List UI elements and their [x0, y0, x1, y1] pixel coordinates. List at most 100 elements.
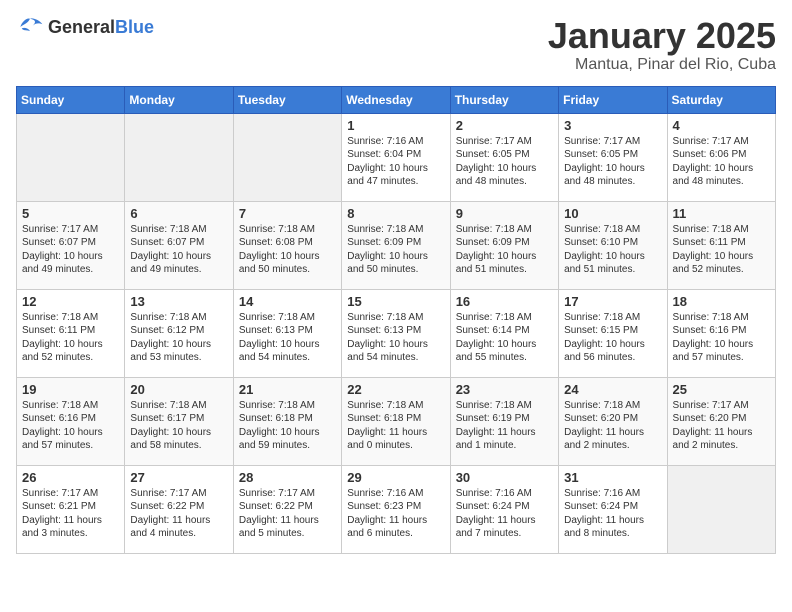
day-number: 18: [673, 294, 770, 309]
day-info: Sunrise: 7:18 AMSunset: 6:16 PMDaylight:…: [22, 399, 119, 453]
day-number: 16: [456, 294, 553, 309]
day-info: Sunrise: 7:18 AMSunset: 6:14 PMDaylight:…: [456, 311, 553, 365]
day-number: 5: [22, 206, 119, 221]
day-number: 17: [564, 294, 661, 309]
calendar-cell: 22Sunrise: 7:18 AMSunset: 6:18 PMDayligh…: [342, 377, 450, 465]
day-info: Sunrise: 7:18 AMSunset: 6:09 PMDaylight:…: [347, 223, 444, 277]
logo-icon: [16, 16, 44, 38]
day-info: Sunrise: 7:16 AMSunset: 6:23 PMDaylight:…: [347, 487, 444, 541]
title-block: January 2025 Mantua, Pinar del Rio, Cuba: [548, 16, 776, 74]
calendar-cell: 24 Sunrise: 7:18 AMSunset: 6:20 PMDayligh…: [559, 377, 667, 465]
calendar-cell: 14 Sunrise: 7:18 AMSunset: 6:13 PMDayligh…: [233, 289, 341, 377]
calendar-cell: 27Sunrise: 7:17 AMSunset: 6:22 PMDayligh…: [125, 465, 233, 553]
col-header-friday: Friday: [559, 86, 667, 113]
calendar-cell: 2 Sunrise: 7:17 AMSunset: 6:05 PMDaylight…: [450, 113, 558, 201]
calendar-cell: [17, 113, 125, 201]
calendar-cell: 4Sunrise: 7:17 AMSunset: 6:06 PMDaylight…: [667, 113, 775, 201]
day-number: 22: [347, 382, 444, 397]
calendar-cell: 11 Sunrise: 7:18 AMSunset: 6:11 PMDayligh…: [667, 201, 775, 289]
day-number: 12: [22, 294, 119, 309]
calendar-table: SundayMondayTuesdayWednesdayThursdayFrid…: [16, 86, 776, 554]
day-number: 11: [673, 206, 770, 221]
calendar-cell: [233, 113, 341, 201]
day-info: Sunrise: 7:17 AMSunset: 6:22 PMDaylight:…: [239, 487, 336, 541]
calendar-header-row: SundayMondayTuesdayWednesdayThursdayFrid…: [17, 86, 776, 113]
day-number: 14: [239, 294, 336, 309]
calendar-cell: 28Sunrise: 7:17 AMSunset: 6:22 PMDayligh…: [233, 465, 341, 553]
calendar-cell: 29Sunrise: 7:16 AMSunset: 6:23 PMDayligh…: [342, 465, 450, 553]
calendar-week-4: 19 Sunrise: 7:18 AMSunset: 6:16 PMDayligh…: [17, 377, 776, 465]
calendar-cell: 26 Sunrise: 7:17 AMSunset: 6:21 PMDayligh…: [17, 465, 125, 553]
day-info: Sunrise: 7:18 AMSunset: 6:08 PMDaylight:…: [239, 223, 336, 277]
day-number: 30: [456, 470, 553, 485]
calendar-cell: 9 Sunrise: 7:18 AMSunset: 6:09 PMDaylight…: [450, 201, 558, 289]
day-info: Sunrise: 7:18 AMSunset: 6:11 PMDaylight:…: [673, 223, 770, 277]
day-number: 26: [22, 470, 119, 485]
day-number: 1: [347, 118, 444, 133]
calendar-cell: 8 Sunrise: 7:18 AMSunset: 6:09 PMDaylight…: [342, 201, 450, 289]
day-number: 15: [347, 294, 444, 309]
calendar-cell: 20 Sunrise: 7:18 AMSunset: 6:17 PMDayligh…: [125, 377, 233, 465]
calendar-cell: 31 Sunrise: 7:16 AMSunset: 6:24 PMDayligh…: [559, 465, 667, 553]
day-info: Sunrise: 7:17 AMSunset: 6:07 PMDaylight:…: [22, 223, 119, 277]
day-number: 20: [130, 382, 227, 397]
day-info: Sunrise: 7:17 AMSunset: 6:22 PMDaylight:…: [130, 487, 227, 541]
day-number: 31: [564, 470, 661, 485]
day-info: Sunrise: 7:18 AMSunset: 6:11 PMDaylight:…: [22, 311, 119, 365]
day-info: Sunrise: 7:17 AMSunset: 6:05 PMDaylight:…: [456, 135, 553, 189]
day-number: 23: [456, 382, 553, 397]
day-info: Sunrise: 7:18 AMSunset: 6:12 PMDaylight:…: [130, 311, 227, 365]
day-number: 13: [130, 294, 227, 309]
month-title: January 2025: [548, 16, 776, 56]
calendar-cell: 17 Sunrise: 7:18 AMSunset: 6:15 PMDayligh…: [559, 289, 667, 377]
day-number: 8: [347, 206, 444, 221]
calendar-cell: 16 Sunrise: 7:18 AMSunset: 6:14 PMDayligh…: [450, 289, 558, 377]
calendar-cell: 13 Sunrise: 7:18 AMSunset: 6:12 PMDayligh…: [125, 289, 233, 377]
day-info: Sunrise: 7:18 AMSunset: 6:15 PMDaylight:…: [564, 311, 661, 365]
day-info: Sunrise: 7:18 AMSunset: 6:07 PMDaylight:…: [130, 223, 227, 277]
calendar-week-1: 1Sunrise: 7:16 AMSunset: 6:04 PMDaylight…: [17, 113, 776, 201]
col-header-wednesday: Wednesday: [342, 86, 450, 113]
day-info: Sunrise: 7:17 AMSunset: 6:20 PMDaylight:…: [673, 399, 770, 453]
day-number: 24: [564, 382, 661, 397]
calendar-week-2: 5 Sunrise: 7:17 AMSunset: 6:07 PMDaylight…: [17, 201, 776, 289]
calendar-cell: 19 Sunrise: 7:18 AMSunset: 6:16 PMDayligh…: [17, 377, 125, 465]
col-header-thursday: Thursday: [450, 86, 558, 113]
day-info: Sunrise: 7:18 AMSunset: 6:09 PMDaylight:…: [456, 223, 553, 277]
col-header-monday: Monday: [125, 86, 233, 113]
day-info: Sunrise: 7:16 AMSunset: 6:24 PMDaylight:…: [564, 487, 661, 541]
day-info: Sunrise: 7:17 AMSunset: 6:06 PMDaylight:…: [673, 135, 770, 189]
logo-general: General: [48, 17, 115, 37]
day-info: Sunrise: 7:18 AMSunset: 6:16 PMDaylight:…: [673, 311, 770, 365]
day-info: Sunrise: 7:16 AMSunset: 6:24 PMDaylight:…: [456, 487, 553, 541]
day-info: Sunrise: 7:17 AMSunset: 6:21 PMDaylight:…: [22, 487, 119, 541]
day-number: 21: [239, 382, 336, 397]
day-number: 10: [564, 206, 661, 221]
calendar-cell: 12 Sunrise: 7:18 AMSunset: 6:11 PMDayligh…: [17, 289, 125, 377]
calendar-cell: 6Sunrise: 7:18 AMSunset: 6:07 PMDaylight…: [125, 201, 233, 289]
col-header-sunday: Sunday: [17, 86, 125, 113]
calendar-cell: 23Sunrise: 7:18 AMSunset: 6:19 PMDayligh…: [450, 377, 558, 465]
day-number: 2: [456, 118, 553, 133]
calendar-cell: 30 Sunrise: 7:16 AMSunset: 6:24 PMDayligh…: [450, 465, 558, 553]
day-number: 9: [456, 206, 553, 221]
calendar-cell: 15 Sunrise: 7:18 AMSunset: 6:13 PMDayligh…: [342, 289, 450, 377]
calendar-week-3: 12 Sunrise: 7:18 AMSunset: 6:11 PMDayligh…: [17, 289, 776, 377]
col-header-tuesday: Tuesday: [233, 86, 341, 113]
day-number: 19: [22, 382, 119, 397]
day-info: Sunrise: 7:18 AMSunset: 6:18 PMDaylight:…: [239, 399, 336, 453]
page-header: GeneralBlue January 2025 Mantua, Pinar d…: [16, 16, 776, 74]
calendar-cell: [125, 113, 233, 201]
day-info: Sunrise: 7:18 AMSunset: 6:17 PMDaylight:…: [130, 399, 227, 453]
day-info: Sunrise: 7:18 AMSunset: 6:13 PMDaylight:…: [239, 311, 336, 365]
calendar-cell: [667, 465, 775, 553]
calendar-cell: 5 Sunrise: 7:17 AMSunset: 6:07 PMDaylight…: [17, 201, 125, 289]
calendar-cell: 18 Sunrise: 7:18 AMSunset: 6:16 PMDayligh…: [667, 289, 775, 377]
col-header-saturday: Saturday: [667, 86, 775, 113]
day-info: Sunrise: 7:18 AMSunset: 6:13 PMDaylight:…: [347, 311, 444, 365]
logo-blue: Blue: [115, 17, 154, 37]
calendar-cell: 3Sunrise: 7:17 AMSunset: 6:05 PMDaylight…: [559, 113, 667, 201]
calendar-cell: 10Sunrise: 7:18 AMSunset: 6:10 PMDayligh…: [559, 201, 667, 289]
logo: GeneralBlue: [16, 16, 154, 38]
day-info: Sunrise: 7:18 AMSunset: 6:20 PMDaylight:…: [564, 399, 661, 453]
